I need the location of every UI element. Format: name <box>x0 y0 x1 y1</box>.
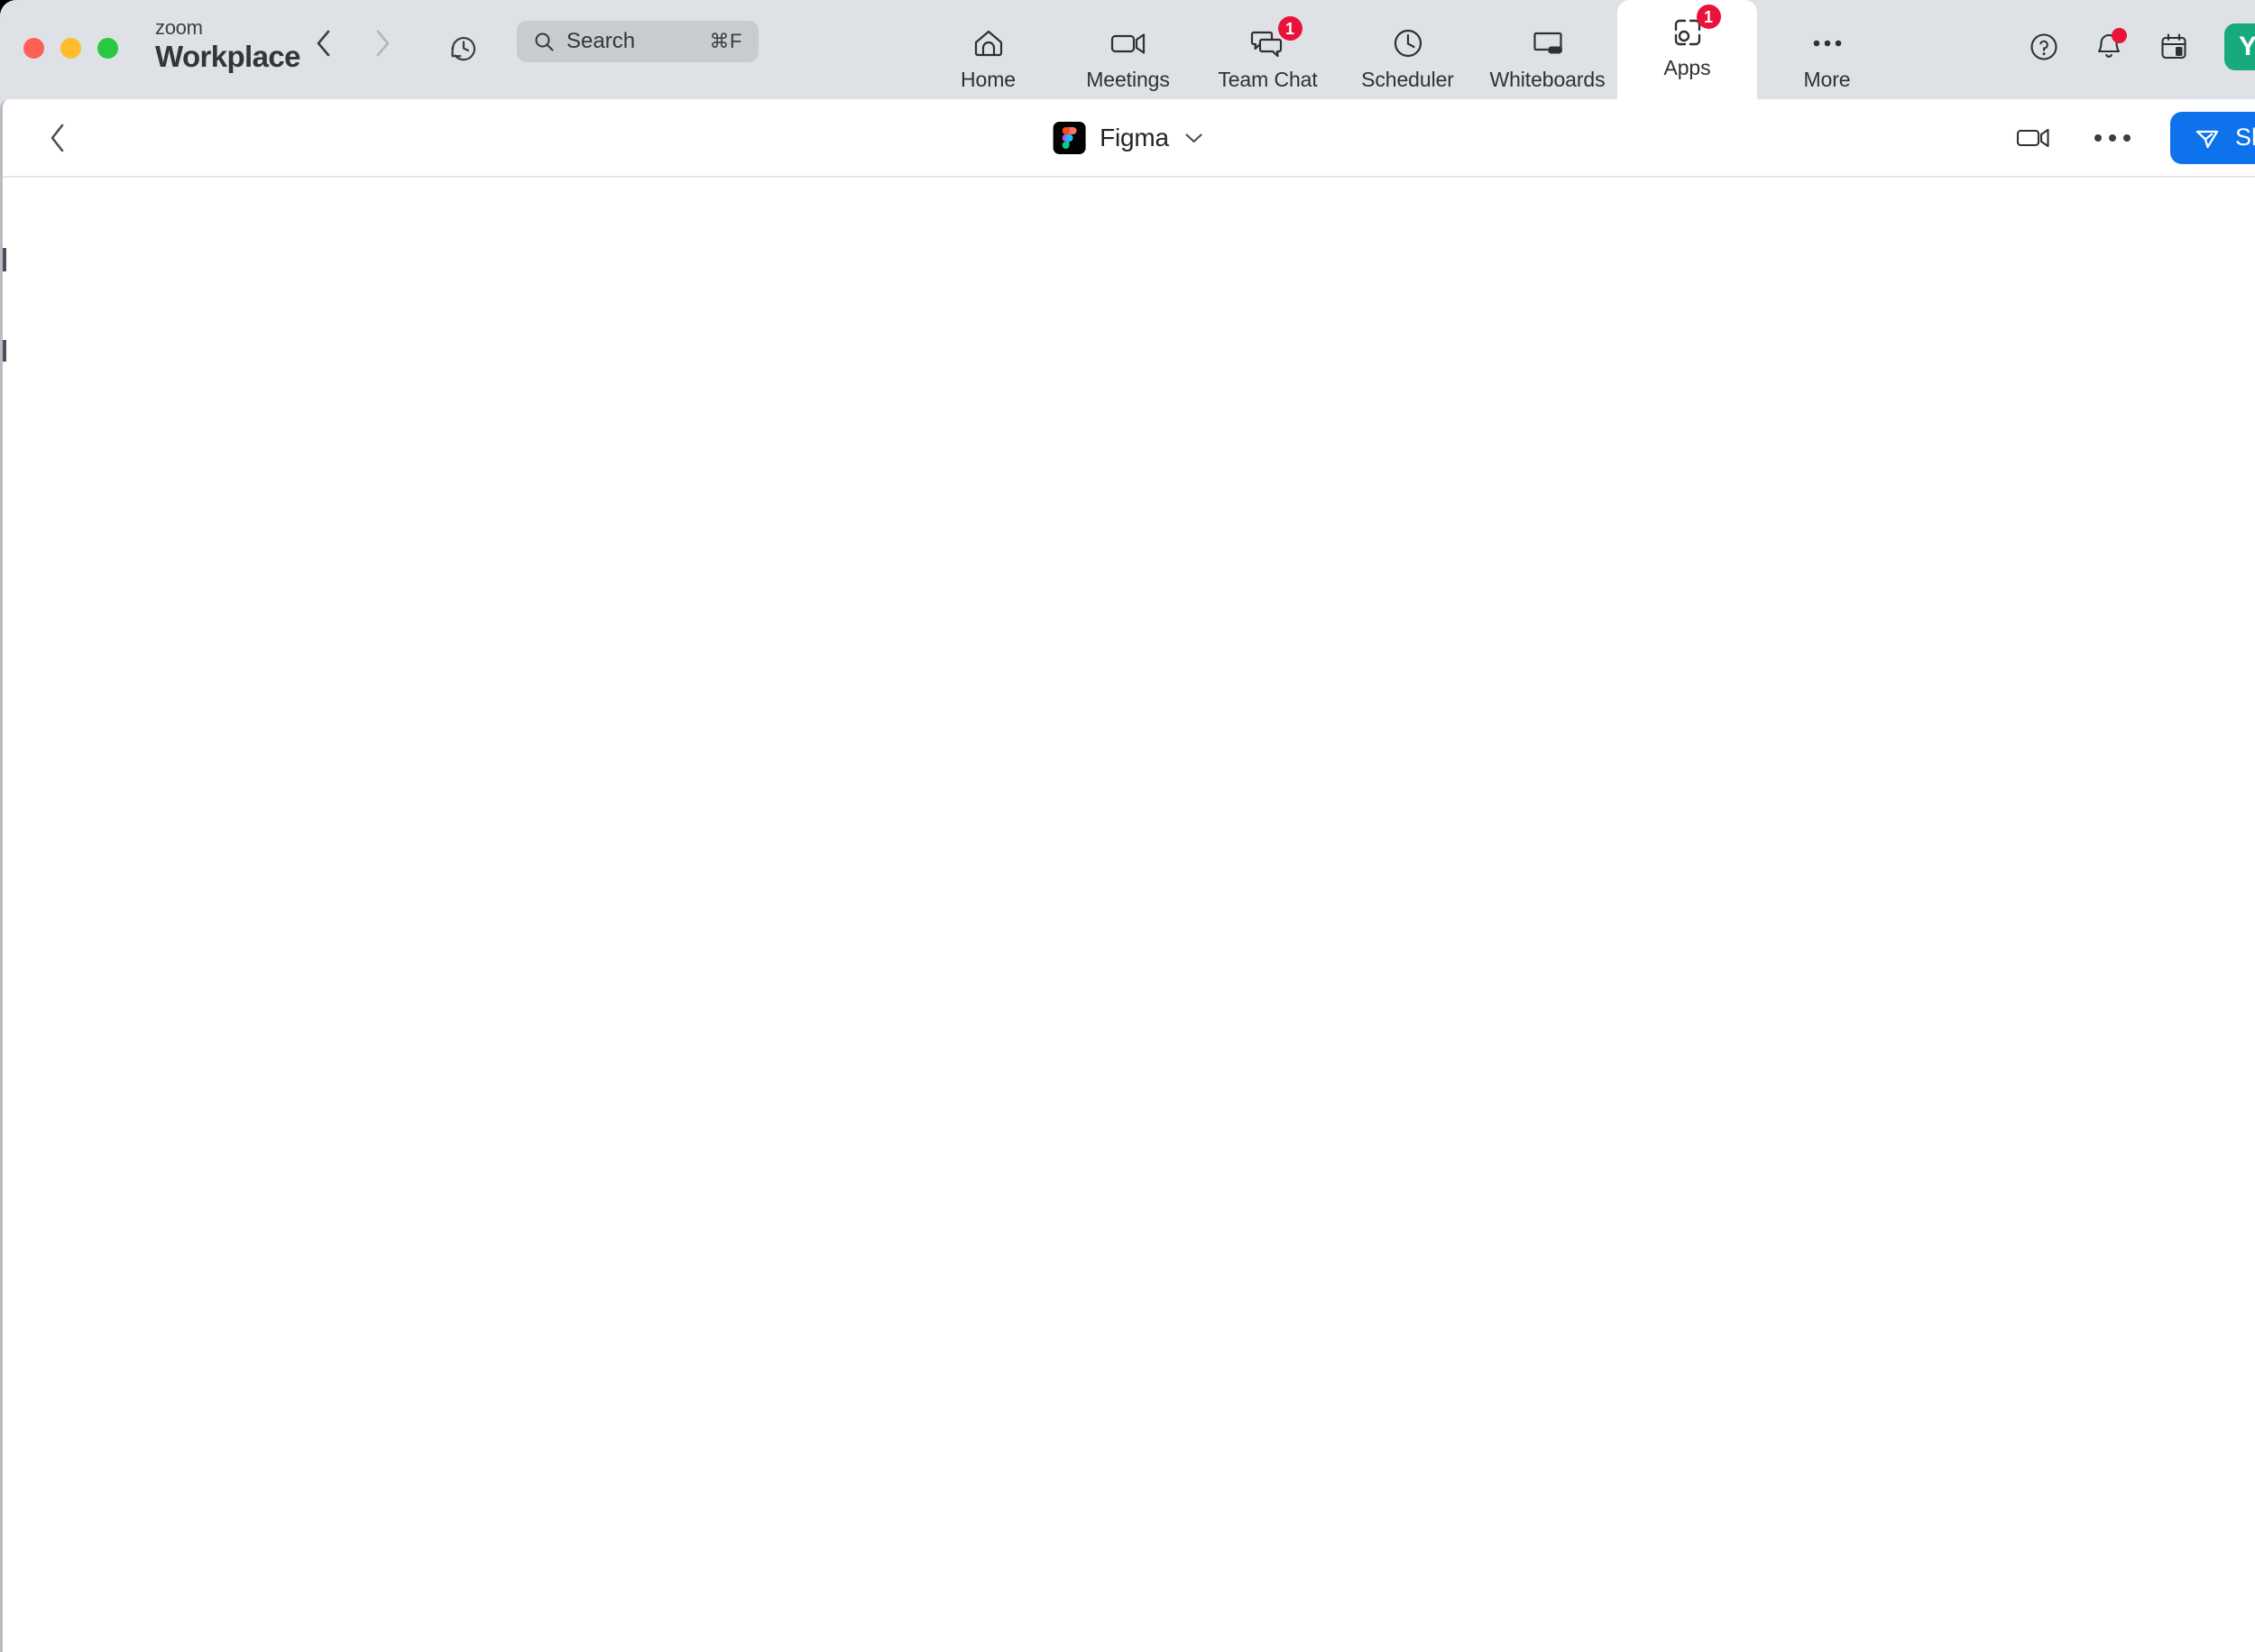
title-bar-actions: Y <box>2022 23 2255 70</box>
chat-bubbles-icon: 1 <box>1249 16 1302 62</box>
calendar-icon <box>2161 33 2186 60</box>
minimize-window-button[interactable] <box>60 38 81 59</box>
ellipsis-dot <box>2122 133 2131 142</box>
app-title-label: Figma <box>1100 123 1169 151</box>
chevron-down-icon <box>1185 133 1202 142</box>
title-bar: zoom Workplace Search ⌘F Home Meetings 1… <box>0 0 2255 99</box>
apps-badge: 1 <box>1696 5 1721 29</box>
main-tab-strip: Home Meetings 1 Team Chat Scheduler Whit… <box>918 0 1897 99</box>
tab-scheduler[interactable]: Scheduler <box>1338 12 1477 99</box>
tab-apps[interactable]: 1 Apps <box>1617 0 1757 99</box>
video-camera-icon <box>2016 128 2049 147</box>
app-window: zoom Workplace Search ⌘F Home Meetings 1… <box>0 0 2255 1652</box>
ellipsis-icon <box>1809 24 1845 62</box>
tab-home[interactable]: Home <box>918 12 1058 99</box>
help-circle-icon <box>2030 33 2057 60</box>
tab-whiteboards[interactable]: Whiteboards <box>1477 12 1617 99</box>
clipped-edge-marker <box>3 248 6 271</box>
back-nav-button[interactable] <box>311 29 335 58</box>
brand-workplace-text: Workplace <box>155 40 300 73</box>
tab-home-label: Home <box>961 68 1016 91</box>
forward-nav-button[interactable] <box>371 29 394 58</box>
start-video-button[interactable] <box>2011 116 2055 160</box>
app-title-dropdown[interactable]: Figma <box>1053 121 1205 154</box>
help-button[interactable] <box>2022 25 2066 69</box>
app-toolbar: Figma S <box>3 99 2255 178</box>
search-icon <box>535 32 554 51</box>
whiteboard-icon <box>1529 24 1567 62</box>
history-button[interactable] <box>444 28 483 68</box>
share-button[interactable]: Share <box>2169 111 2255 164</box>
tab-more-label: More <box>1803 68 1851 91</box>
history-clock-icon <box>451 37 476 61</box>
figma-app-content <box>3 178 2255 1650</box>
share-button-label: Share <box>2234 124 2255 151</box>
tab-whiteboards-label: Whiteboards <box>1489 68 1606 91</box>
app-more-options-button[interactable] <box>2085 125 2140 151</box>
tab-meetings-label: Meetings <box>1086 68 1170 91</box>
tab-apps-label: Apps <box>1663 56 1711 79</box>
figma-logo-icon <box>1053 121 1086 154</box>
tab-team-chat-label: Team Chat <box>1218 68 1318 91</box>
search-shortcut-hint: ⌘F <box>709 30 742 52</box>
clock-icon <box>1391 24 1425 62</box>
notifications-button[interactable] <box>2087 25 2131 69</box>
home-icon <box>971 24 1007 62</box>
search-placeholder: Search <box>566 29 636 53</box>
apps-icon: 1 <box>1670 5 1721 50</box>
team-chat-badge: 1 <box>1277 16 1302 41</box>
maximize-window-button[interactable] <box>97 38 118 59</box>
tab-more[interactable]: More <box>1757 12 1897 99</box>
app-brand: zoom Workplace <box>155 16 300 73</box>
close-window-button[interactable] <box>23 38 44 59</box>
navigation-arrows <box>311 29 394 58</box>
app-toolbar-actions: Share <box>2011 111 2255 164</box>
tab-scheduler-label: Scheduler <box>1361 68 1454 91</box>
ellipsis-dot <box>2094 133 2102 142</box>
tab-team-chat[interactable]: 1 Team Chat <box>1198 12 1338 99</box>
window-controls <box>23 38 118 59</box>
search-input[interactable]: Search ⌘F <box>517 21 759 62</box>
video-camera-icon <box>1109 24 1147 62</box>
app-back-button[interactable] <box>37 117 78 159</box>
app-panel: Figma S <box>0 99 2255 1652</box>
notifications-alert-dot <box>2112 28 2127 43</box>
brand-zoom-text: zoom <box>155 16 203 39</box>
send-plane-icon <box>2195 130 2219 148</box>
tab-meetings[interactable]: Meetings <box>1058 12 1198 99</box>
calendar-button[interactable] <box>2152 25 2195 69</box>
ellipsis-dot <box>2108 133 2116 142</box>
chevron-left-icon <box>51 124 64 152</box>
clipped-edge-marker <box>3 340 6 362</box>
user-avatar[interactable]: Y <box>2224 23 2255 70</box>
